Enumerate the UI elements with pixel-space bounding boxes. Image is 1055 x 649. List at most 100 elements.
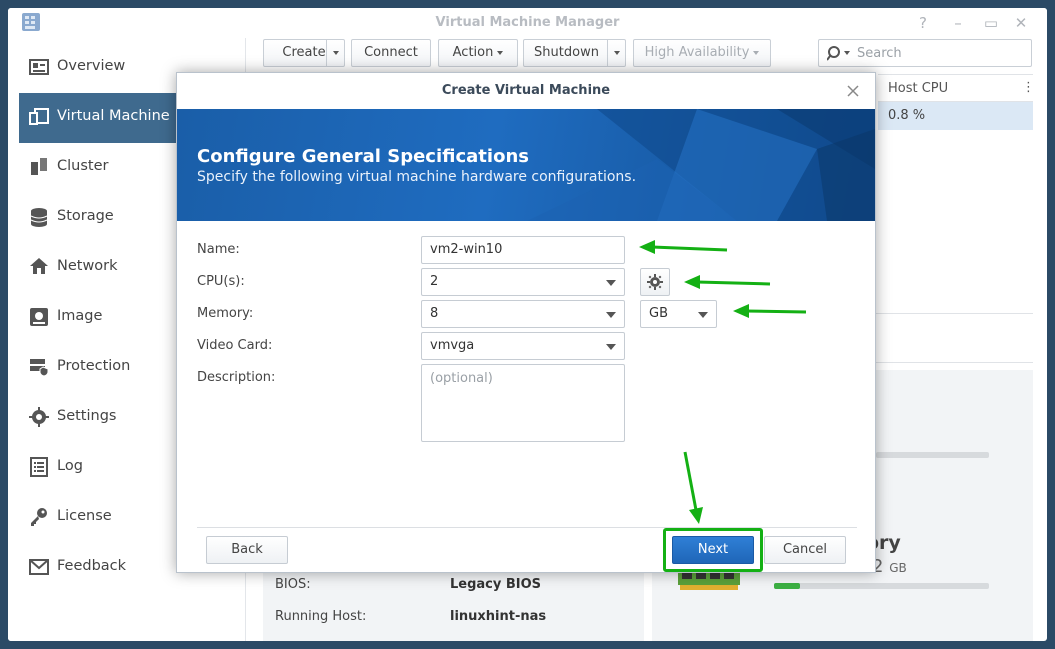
memory-usage-bar — [774, 583, 989, 589]
sidebar-item-storage[interactable]: Storage — [19, 193, 178, 243]
shutdown-dropdown-toggle[interactable] — [607, 40, 625, 66]
memory-usage-fill — [774, 583, 800, 589]
memory-select[interactable]: 8 — [421, 300, 625, 328]
gear-icon — [647, 274, 663, 290]
action-label: Action — [452, 45, 494, 60]
close-icon[interactable] — [842, 80, 864, 102]
shutdown-label: Shutdown — [534, 45, 599, 60]
chevron-down-icon — [698, 312, 708, 318]
chevron-down-icon — [613, 50, 620, 55]
memory-label: Memory: — [197, 306, 254, 321]
sidebar-item-log[interactable]: Log — [19, 443, 178, 493]
memory-total-partial: 2 GB — [872, 556, 907, 577]
banner-subtitle: Specify the following virtual machine ha… — [197, 169, 637, 185]
storage-icon — [30, 208, 48, 227]
sidebar-item-settings[interactable]: Settings — [19, 393, 178, 443]
cpu-select[interactable]: 2 — [421, 268, 625, 296]
memory-unit-select[interactable]: GB — [640, 300, 717, 328]
create-vm-dialog: Create Virtual Machine Configure General… — [176, 72, 876, 573]
banner-title: Configure General Specifications — [197, 146, 529, 167]
description-label: Description: — [197, 370, 276, 385]
sidebar-item-label: Image — [57, 308, 103, 324]
memory-value: 8 — [430, 306, 439, 321]
sidebar-item-label: License — [57, 508, 112, 524]
sidebar-item-overview[interactable]: Overview — [19, 43, 178, 93]
sidebar-item-label: Settings — [57, 408, 117, 424]
chevron-down-icon — [606, 312, 616, 318]
license-icon — [31, 508, 47, 526]
sidebar-item-label: Protection — [57, 358, 131, 374]
memory-total-unit: GB — [889, 561, 907, 575]
description-field[interactable]: (optional) — [421, 364, 625, 442]
minimize-icon[interactable]: – — [948, 13, 968, 33]
image-icon — [30, 308, 48, 326]
video-card-select[interactable]: vmvga — [421, 332, 625, 360]
connect-button[interactable]: Connect — [351, 39, 431, 67]
description-placeholder: (optional) — [430, 371, 493, 386]
bios-value: Legacy BIOS — [450, 577, 542, 592]
cancel-button[interactable]: Cancel — [764, 536, 846, 564]
column-host-cpu[interactable]: Host CPU — [888, 81, 948, 96]
name-field[interactable]: vm2-win10 — [421, 236, 625, 264]
dialog-title: Create Virtual Machine — [441, 83, 611, 98]
title-bar: Virtual Machine Manager ? – ▭ ✕ — [8, 8, 1047, 38]
sidebar-item-label: Network — [57, 258, 118, 274]
chevron-down-icon — [332, 50, 339, 55]
column-menu-icon[interactable]: ⋮ — [1022, 80, 1035, 95]
sidebar-item-label: Cluster — [57, 158, 109, 174]
cpu-settings-button[interactable] — [640, 268, 670, 296]
cluster-icon — [31, 158, 47, 175]
sidebar-item-cluster[interactable]: Cluster — [19, 143, 178, 193]
sidebar-item-label: Log — [57, 458, 83, 474]
dialog-title-bar: Create Virtual Machine — [177, 73, 875, 109]
name-value: vm2-win10 — [430, 242, 503, 257]
cpu-label: CPU(s): — [197, 274, 245, 289]
next-highlight-annotation — [663, 528, 763, 572]
back-button[interactable]: Back — [206, 536, 288, 564]
running-host-value: linuxhint-nas — [450, 609, 547, 624]
chevron-down-icon — [606, 280, 616, 286]
chevron-down-icon — [606, 344, 616, 350]
sidebar-item-label: Virtual Machine — [57, 108, 170, 124]
sidebar-item-label: Overview — [57, 58, 126, 74]
network-icon — [30, 258, 48, 274]
create-dropdown-toggle[interactable] — [326, 40, 344, 66]
maximize-icon[interactable]: ▭ — [981, 13, 1001, 33]
sidebar-item-image[interactable]: Image — [19, 293, 178, 343]
create-button[interactable]: Create — [263, 39, 345, 67]
running-host-label: Running Host: — [275, 609, 367, 624]
vm-icon — [29, 108, 49, 125]
sidebar-item-feedback[interactable]: Feedback — [19, 543, 178, 593]
overview-icon — [29, 59, 49, 75]
name-label: Name: — [197, 242, 240, 257]
help-icon[interactable]: ? — [913, 13, 933, 33]
sidebar-item-label: Feedback — [57, 558, 127, 574]
sidebar-item-license[interactable]: License — [19, 493, 178, 543]
sidebar-item-network[interactable]: Network — [19, 243, 178, 293]
search-input[interactable]: Search — [818, 39, 1032, 67]
shutdown-button[interactable]: Shutdown — [523, 39, 626, 67]
sidebar-item-protection[interactable]: Protection — [19, 343, 178, 393]
details-tab-strip — [876, 313, 1033, 363]
cpu-usage-bar — [876, 452, 989, 458]
search-icon — [827, 46, 850, 61]
video-card-label: Video Card: — [197, 338, 273, 353]
search-placeholder: Search — [857, 46, 902, 61]
host-cpu-cell: 0.8 % — [888, 108, 926, 123]
settings-icon — [29, 407, 49, 427]
log-icon — [30, 457, 48, 477]
high-availability-button[interactable]: High Availability — [633, 39, 771, 67]
table-row[interactable]: 0.8 % — [878, 102, 1033, 130]
high-availability-label: High Availability — [644, 45, 750, 60]
bios-label: BIOS: — [275, 577, 311, 592]
sidebar-item-label: Storage — [57, 208, 114, 224]
grid-header: Host CPU ⋮ — [878, 74, 1035, 102]
dialog-banner: Configure General Specifications Specify… — [177, 109, 875, 221]
sidebar-item-virtual-machine[interactable]: Virtual Machine — [19, 93, 178, 143]
feedback-icon — [29, 559, 49, 575]
create-label: Create — [282, 45, 326, 60]
memory-unit-value: GB — [649, 306, 668, 321]
cpu-value: 2 — [430, 274, 439, 289]
action-button[interactable]: Action — [438, 39, 518, 67]
close-window-icon[interactable]: ✕ — [1011, 13, 1031, 33]
